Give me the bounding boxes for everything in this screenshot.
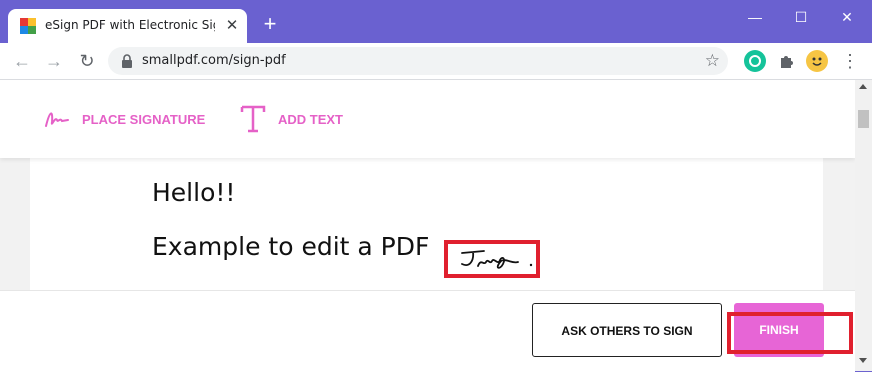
browser-titlebar: eSign PDF with Electronic Signatu ✕ + — …: [0, 0, 872, 43]
tab-title: eSign PDF with Electronic Signatu: [45, 18, 215, 32]
place-signature-label: PLACE SIGNATURE: [82, 111, 206, 127]
scroll-down-icon[interactable]: [859, 358, 867, 363]
text-T-icon: [240, 104, 266, 134]
profile-avatar[interactable]: [806, 50, 828, 72]
puzzle-icon[interactable]: [776, 50, 798, 72]
url-text[interactable]: smallpdf.com/sign-pdf: [142, 53, 286, 68]
ask-others-to-sign-button[interactable]: ASK OTHERS TO SIGN: [532, 303, 722, 357]
scrollbar-thumb[interactable]: [858, 110, 869, 128]
add-text-button[interactable]: ADD TEXT: [240, 104, 343, 134]
browser-menu-button[interactable]: ⋮: [836, 47, 864, 75]
star-icon[interactable]: ☆: [705, 49, 720, 73]
place-signature-button[interactable]: PLACE SIGNATURE: [44, 104, 205, 134]
handwritten-signature-icon: [461, 250, 533, 269]
grammarly-icon[interactable]: [744, 50, 766, 72]
back-button[interactable]: ←: [8, 47, 36, 75]
page-scrollbar[interactable]: [855, 80, 872, 371]
doc-line-example: Example to edit a PDF: [152, 232, 430, 261]
minimize-button[interactable]: —: [732, 2, 778, 32]
placed-signature[interactable]: [444, 240, 540, 278]
maximize-button[interactable]: ☐: [778, 2, 824, 32]
browser-toolbar: ← → ↻ smallpdf.com/sign-pdf ☆ ⋮: [0, 43, 872, 80]
reload-button[interactable]: ↻: [73, 47, 101, 75]
new-tab-button[interactable]: +: [258, 12, 282, 36]
close-window-button[interactable]: ✕: [824, 2, 870, 32]
browser-tab[interactable]: eSign PDF with Electronic Signatu ✕: [8, 9, 247, 43]
doc-line-hello: Hello!!: [152, 178, 236, 207]
add-text-label: ADD TEXT: [278, 111, 343, 127]
scroll-up-icon[interactable]: [859, 84, 867, 89]
lock-icon: [122, 54, 132, 68]
address-bar[interactable]: smallpdf.com/sign-pdf ☆: [108, 47, 728, 75]
forward-button[interactable]: →: [40, 47, 68, 75]
signature-icon: [44, 104, 70, 134]
smallpdf-favicon-icon: [20, 18, 36, 34]
sign-toolbar: PLACE SIGNATURE ADD TEXT: [0, 80, 855, 158]
tab-close-icon[interactable]: ✕: [222, 16, 242, 36]
finish-highlight-box: [727, 312, 853, 354]
